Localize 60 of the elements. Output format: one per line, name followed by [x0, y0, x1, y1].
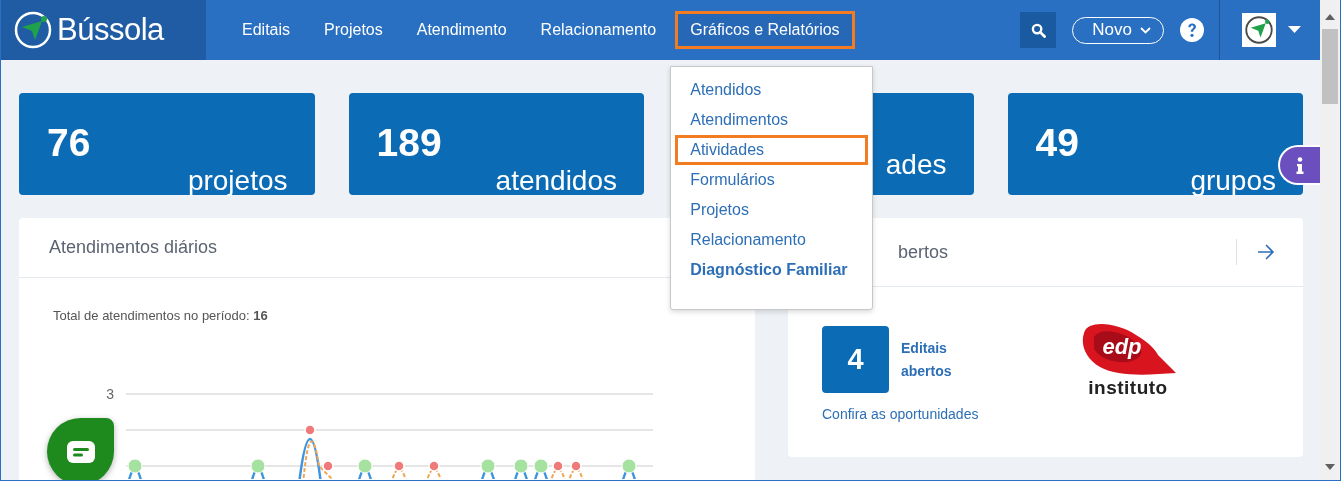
compass-logo-icon: [13, 10, 53, 50]
brand-logo[interactable]: Bússola: [1, 0, 206, 60]
stat-value: 49: [1035, 121, 1079, 165]
card-title: Atendimentos diários: [49, 237, 218, 258]
nav-link[interactable]: Projetos: [309, 11, 398, 49]
stat-label: atendidos: [495, 165, 617, 197]
data-point: [428, 460, 440, 472]
info-icon: [1296, 156, 1304, 174]
stat-label: grupos: [1190, 165, 1276, 197]
menu-item[interactable]: Formulários: [675, 165, 869, 195]
data-point: [250, 458, 266, 474]
stat-card[interactable]: 49 grupos: [1007, 93, 1303, 195]
menu-item[interactable]: Diagnóstico Familiar: [675, 255, 869, 285]
search-icon: [1030, 22, 1046, 38]
data-point: [480, 458, 496, 474]
help-icon[interactable]: [1180, 18, 1204, 42]
nav-link[interactable]: Atendimento: [401, 11, 522, 49]
nav-link[interactable]: Editais: [227, 11, 306, 49]
compass-logo-icon: [1244, 15, 1274, 45]
menu-item[interactable]: Relacionamento: [675, 225, 869, 255]
data-point: [570, 460, 582, 472]
stat-label: ades: [885, 149, 947, 181]
brand-name: Bússola: [57, 12, 164, 48]
partner-logo: edp instituto: [1073, 321, 1183, 423]
axis-tick-label: 3: [106, 386, 114, 402]
data-point: [127, 458, 143, 474]
user-avatar[interactable]: [1242, 13, 1276, 47]
data-point: [552, 460, 564, 472]
chevron-down-icon: [1140, 26, 1151, 34]
total-text: Total de atendimentos no período: 16: [53, 308, 269, 323]
data-point: [621, 458, 637, 474]
opportunities-link[interactable]: Confira as oportunidades: [822, 406, 979, 422]
editais-link[interactable]: Editais abertos: [901, 336, 971, 383]
data-point: [357, 458, 373, 474]
stat-value: 76: [47, 121, 91, 165]
scroll-up-icon[interactable]: [1325, 14, 1335, 21]
data-point: [304, 424, 316, 436]
data-point: [533, 458, 549, 474]
menu-item[interactable]: Atendimentos: [675, 105, 869, 135]
chat-icon: [66, 440, 95, 463]
stat-card[interactable]: 76 projetos: [19, 93, 315, 195]
menu-item[interactable]: Atendidos: [675, 75, 869, 105]
stat-label: projetos: [187, 165, 288, 197]
menu-item[interactable]: Atividades: [675, 135, 869, 165]
data-point: [513, 458, 529, 474]
nav-link[interactable]: Gráficos e Relatórios: [675, 11, 855, 49]
caret-icon[interactable]: [1288, 26, 1301, 34]
scroll-down-icon[interactable]: [1325, 464, 1335, 471]
menu-item[interactable]: Projetos: [675, 195, 869, 225]
search-button[interactable]: [1020, 12, 1057, 48]
scrollbar-thumb[interactable]: [1322, 29, 1338, 104]
arrow-right-icon[interactable]: [1257, 244, 1275, 260]
card-title: bertos: [898, 241, 950, 263]
data-point: [393, 460, 405, 472]
stat-card[interactable]: 189 atendidos: [348, 93, 644, 195]
stat-value: 189: [376, 121, 442, 165]
nav-link[interactable]: Relacionamento: [525, 11, 672, 49]
info-button[interactable]: [1278, 145, 1320, 185]
data-point: [322, 460, 334, 472]
count-tile: 4: [822, 326, 889, 393]
